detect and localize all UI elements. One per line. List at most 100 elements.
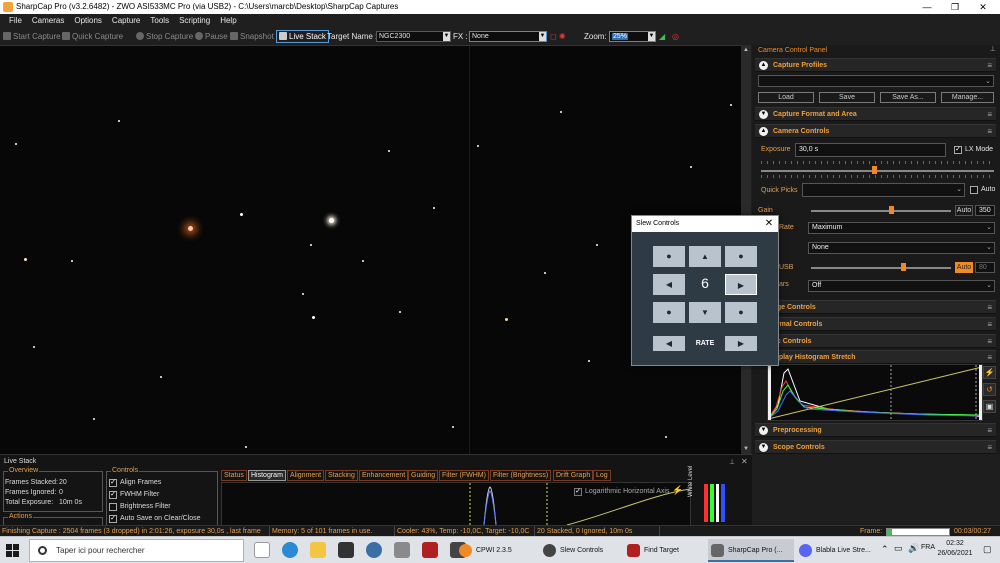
usb-auto-button[interactable]: Auto: [955, 262, 973, 273]
display-histogram-graph[interactable]: [767, 364, 983, 421]
windows-start-icon[interactable]: [6, 544, 19, 557]
log-axis-checkbox[interactable]: ✓ Logarithmic Horizontal Axis: [574, 488, 669, 496]
save-icon[interactable]: ▣: [983, 400, 996, 413]
menu-help[interactable]: Help: [215, 14, 241, 28]
menu-icon[interactable]: ≡: [987, 301, 992, 314]
auto-save-checkbox[interactable]: ✓ Auto Save on Clear/Close: [109, 515, 201, 523]
usb-value[interactable]: 80: [975, 262, 995, 273]
maximize-button[interactable]: ❐: [941, 0, 969, 14]
app-icon[interactable]: [366, 542, 382, 558]
chevron-down-icon[interactable]: ▼: [539, 32, 546, 41]
display-histogram-section[interactable]: isplay Histogram Stretch ≡: [755, 350, 996, 364]
camera-controls-section[interactable]: ▲ Camera Controls ≡: [755, 124, 996, 138]
usb-slider[interactable]: [811, 267, 951, 269]
language-icon[interactable]: FRA: [921, 544, 935, 551]
edge-icon[interactable]: [282, 542, 298, 558]
fwhm-filter-checkbox[interactable]: ✓ FWHM Filter: [109, 491, 159, 499]
exposure-slider[interactable]: [761, 170, 994, 172]
live-stack-button[interactable]: Live Stack: [276, 30, 329, 43]
stop-capture-button[interactable]: Stop Capture: [136, 28, 193, 45]
slew-north-button[interactable]: ▲: [689, 246, 721, 267]
reset-icon[interactable]: ↺: [983, 383, 996, 396]
reticle-icon[interactable]: ◻ ✺: [550, 28, 566, 45]
menu-icon[interactable]: ≡: [987, 335, 992, 348]
ars-select[interactable]: Off ⌄: [808, 280, 995, 292]
notifications-icon[interactable]: ▢: [983, 544, 992, 555]
thermal-controls-section[interactable]: ermal Controls ≡: [755, 317, 996, 331]
bolt-icon[interactable]: ⚡: [983, 366, 996, 379]
network-icon[interactable]: ▭: [894, 543, 903, 554]
preprocessing-section[interactable]: ▼ Preprocessing ≡: [755, 423, 996, 437]
tab-status[interactable]: Status: [221, 470, 247, 481]
usb-slider-thumb[interactable]: [901, 263, 906, 271]
taskbar-app-find-target[interactable]: Find Target: [624, 539, 704, 562]
fx-combo[interactable]: None ▼: [469, 31, 547, 42]
close-icon[interactable]: ✕: [741, 457, 748, 466]
tab-log[interactable]: Log: [593, 470, 611, 481]
tab-stacking[interactable]: Stacking: [325, 470, 358, 481]
slew-south-button[interactable]: ▼: [689, 302, 721, 323]
menu-icon[interactable]: ≡: [987, 59, 992, 72]
slew-southeast-button[interactable]: ●: [725, 302, 757, 323]
slew-east-button[interactable]: ▶: [725, 274, 757, 295]
tab-enhancement[interactable]: Enhancement: [359, 470, 409, 481]
tab-guiding[interactable]: Guiding: [408, 470, 439, 481]
lx-mode-checkbox[interactable]: ✓: [954, 146, 962, 154]
gain-auto-button[interactable]: Auto: [955, 205, 973, 216]
slew-west-button[interactable]: ◀: [653, 274, 685, 295]
clock-date[interactable]: 26/06/2021: [936, 550, 974, 557]
chevron-down-icon[interactable]: ▼: [741, 444, 751, 454]
quick-picks-auto-checkbox[interactable]: [970, 186, 978, 194]
tab-alignment[interactable]: Alignment: [287, 470, 325, 481]
taskbar-search-box[interactable]: Taper ici pour rechercher: [29, 539, 244, 562]
taskbar-app-sharpcap[interactable]: SharpCap Pro (...: [708, 539, 794, 562]
slew-northeast-button[interactable]: ●: [725, 246, 757, 267]
store-icon[interactable]: [338, 542, 354, 558]
taskbar-app-slew-controls[interactable]: Slew Controls: [540, 539, 620, 562]
exposure-input[interactable]: 30,0 s: [795, 143, 946, 157]
menu-cameras[interactable]: Cameras: [27, 14, 69, 28]
quick-picks-select[interactable]: ⌄: [802, 183, 965, 197]
menu-icon[interactable]: ≡: [987, 318, 992, 331]
app-icon[interactable]: [422, 542, 438, 558]
tab-drift-graph[interactable]: Drift Graph: [553, 470, 594, 481]
menu-icon[interactable]: ≡: [987, 125, 992, 138]
capture-profiles-section[interactable]: ▲ Capture Profiles ≡: [755, 58, 996, 72]
tab-histogram[interactable]: Histogram: [248, 470, 286, 481]
frame-rate-select[interactable]: Maximum ⌄: [808, 222, 995, 234]
menu-scripting[interactable]: Scripting: [174, 14, 215, 28]
close-icon[interactable]: ✕: [763, 218, 775, 230]
slew-southwest-button[interactable]: ●: [653, 302, 685, 323]
slew-northwest-button[interactable]: ●: [653, 246, 685, 267]
menu-icon[interactable]: ≡: [987, 351, 992, 364]
bolt-icon[interactable]: ⚡: [672, 485, 684, 497]
volume-icon[interactable]: 🔊: [908, 543, 919, 554]
chevron-down-icon[interactable]: ▼: [648, 32, 655, 41]
menu-tools[interactable]: Tools: [145, 14, 174, 28]
zoom-combo[interactable]: 25% ▼: [609, 31, 656, 42]
menu-file[interactable]: File: [0, 14, 27, 28]
align-frames-checkbox[interactable]: ✓ Align Frames: [109, 479, 161, 487]
task-view-icon[interactable]: [254, 542, 270, 558]
start-capture-button[interactable]: Start Capture: [3, 28, 61, 45]
manage-button[interactable]: Manage...: [941, 92, 994, 103]
minimize-button[interactable]: —: [913, 0, 941, 14]
chevron-up-icon[interactable]: ▲: [741, 45, 751, 55]
focus-icon[interactable]: ◎: [672, 28, 679, 45]
menu-capture[interactable]: Capture: [107, 14, 145, 28]
tray-chevron-icon[interactable]: ⌃: [881, 544, 889, 555]
pin-icon[interactable]: ⊥: [990, 45, 996, 53]
brightness-filter-checkbox[interactable]: Brightness Filter: [109, 503, 171, 511]
menu-icon[interactable]: ≡: [987, 108, 992, 121]
scope-controls-section[interactable]: ▼ Scope Controls ≡: [755, 440, 996, 454]
load-button[interactable]: Load: [758, 92, 814, 103]
menu-options[interactable]: Options: [69, 14, 107, 28]
save-as-button[interactable]: Save As...: [880, 92, 936, 103]
capture-format-section[interactable]: ▼ Capture Format and Area ≡: [755, 107, 996, 121]
chevron-down-icon[interactable]: ▼: [443, 32, 450, 41]
taskbar-app-blabla[interactable]: Blabla Live Stre...: [796, 539, 878, 562]
close-button[interactable]: ✕: [969, 0, 997, 14]
misc-select[interactable]: None ⌄: [808, 242, 995, 254]
gain-slider[interactable]: [811, 210, 951, 212]
misc-controls-section[interactable]: sc Controls ≡: [755, 334, 996, 348]
